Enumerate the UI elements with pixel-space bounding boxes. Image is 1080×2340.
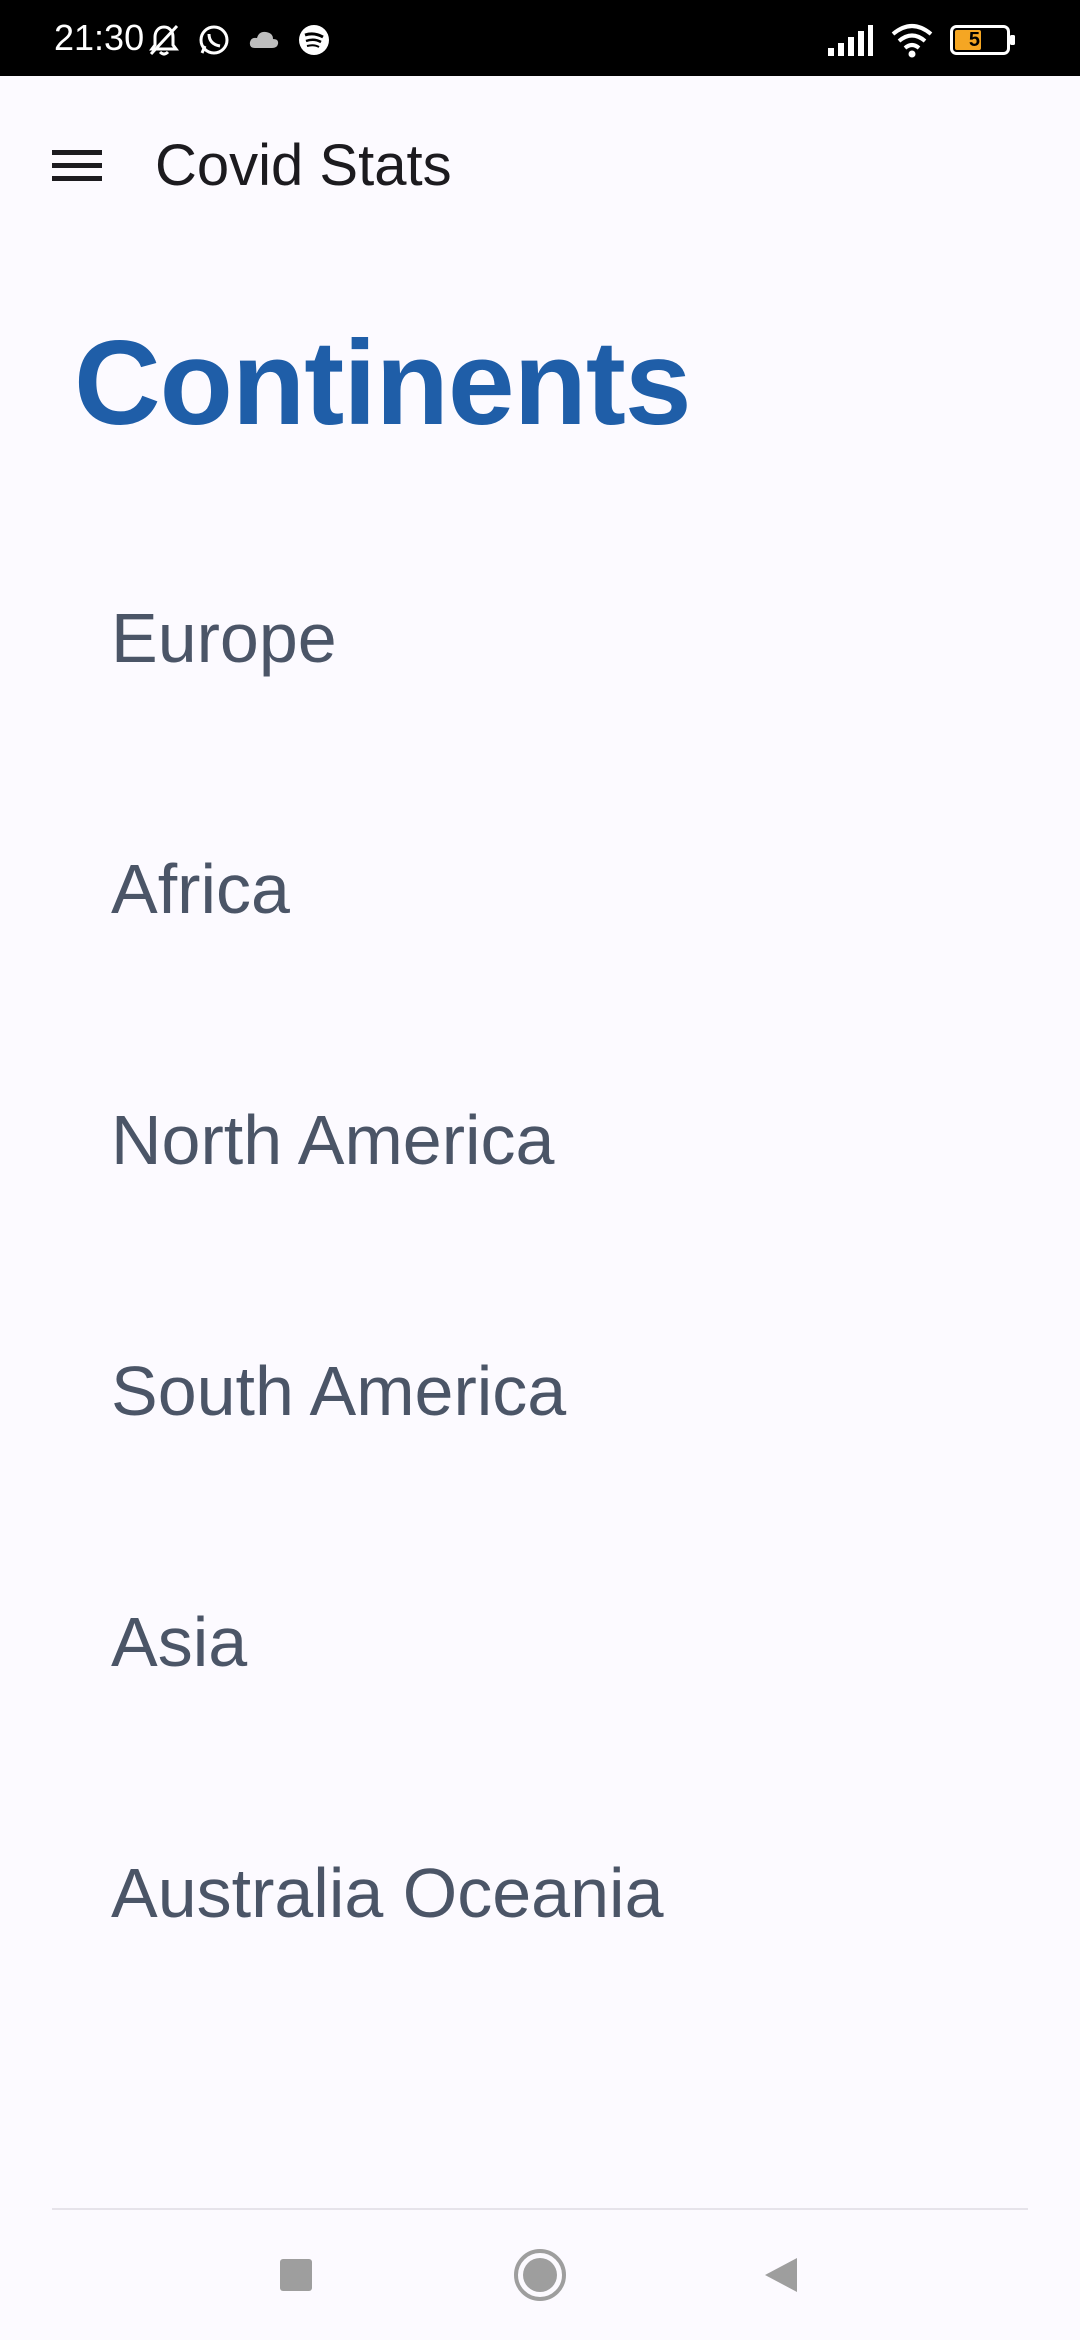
continent-label: North America: [111, 1101, 555, 1179]
continent-label: Asia: [111, 1603, 248, 1681]
spotify-icon: [299, 25, 329, 55]
back-button[interactable]: [726, 2210, 836, 2340]
menu-button[interactable]: [40, 128, 116, 204]
battery-level: 51: [968, 29, 992, 51]
recents-button[interactable]: [241, 2210, 351, 2340]
battery-icon: 51: [950, 25, 1016, 55]
continent-item-europe[interactable]: Europe: [0, 560, 1080, 811]
whatsapp-icon: [199, 25, 229, 55]
continent-label: South America: [111, 1352, 567, 1430]
status-time: 21:30: [54, 17, 145, 58]
wifi-icon: [891, 24, 933, 58]
home-icon: [514, 2249, 566, 2301]
mute-bell-icon: [149, 24, 179, 56]
continent-item-south-america[interactable]: South America: [0, 1313, 1080, 1564]
continent-item-africa[interactable]: Africa: [0, 811, 1080, 1062]
hamburger-menu-icon: [52, 150, 102, 181]
app-title: Covid Stats: [155, 133, 452, 198]
back-icon: [765, 2258, 797, 2292]
system-nav-bar: [0, 2210, 1080, 2340]
continent-label: Australia Oceania: [111, 1854, 664, 1932]
recents-icon: [280, 2259, 312, 2291]
status-icons-left: [146, 22, 332, 58]
home-button[interactable]: [485, 2210, 595, 2340]
status-bar: 21:30 51: [0, 0, 1080, 76]
continent-item-australia-oceania[interactable]: Australia Oceania: [0, 1815, 1080, 2066]
continent-item-asia[interactable]: Asia: [0, 1564, 1080, 1815]
app-bar: Covid Stats: [0, 76, 1080, 256]
status-icons-right: 51: [826, 22, 1016, 58]
continent-label: Europe: [111, 599, 337, 677]
continent-item-north-america[interactable]: North America: [0, 1062, 1080, 1313]
cloud-icon: [249, 31, 279, 48]
signal-icon: [828, 25, 873, 56]
page-title: Continents: [74, 316, 692, 450]
continent-label: Africa: [111, 850, 290, 928]
continent-list: Europe Africa North America South Americ…: [0, 560, 1080, 2066]
